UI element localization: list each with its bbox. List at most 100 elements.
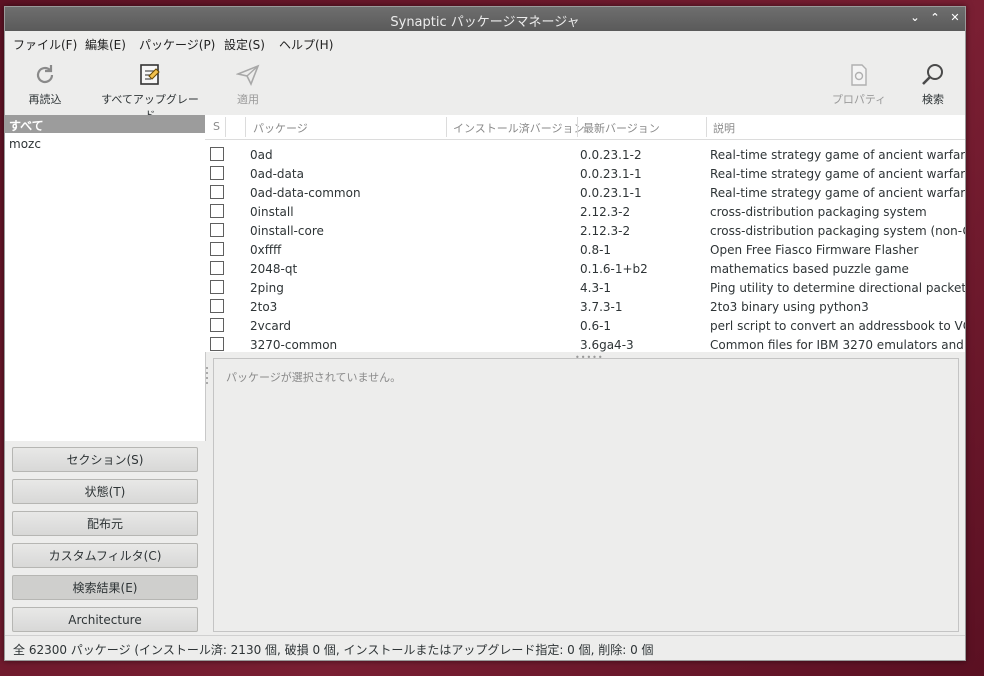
minimize-button[interactable]: ⌄ (907, 10, 923, 26)
col-installed-version[interactable]: インストール済バージョン (453, 120, 585, 136)
row-checkbox[interactable] (210, 185, 224, 199)
status-text: 全 62300 パッケージ (インストール済: 2130 個, 破損 0 個, … (13, 643, 654, 657)
filter-item-all-label: すべて (9, 119, 44, 133)
filter-item-mozc[interactable]: mozc (9, 137, 41, 151)
row-checkbox[interactable] (210, 223, 224, 237)
send-icon (235, 63, 260, 87)
row-checkbox[interactable] (210, 299, 224, 313)
row-checkbox[interactable] (210, 261, 224, 275)
package-description: Ping utility to determine directional pa… (710, 281, 965, 295)
apply-label: 適用 (237, 93, 259, 106)
title-bar[interactable]: Synaptic パッケージマネージャ ⌄ ⌃ ✕ (5, 7, 965, 31)
menu-package[interactable]: パッケージ(P) (139, 36, 215, 53)
menu-settings[interactable]: 設定(S) (224, 36, 265, 53)
col-latest-version[interactable]: 最新バージョン (583, 120, 660, 136)
table-header: S パッケージ インストール済バージョン 最新バージョン 説明 (205, 115, 965, 140)
menu-file[interactable]: ファイル(F) (13, 36, 77, 53)
latest-version: 4.3-1 (580, 281, 612, 295)
package-name: 0ad-data (250, 167, 304, 181)
toolbar: 再読込 すべてアップグレード 適用 (5, 53, 965, 122)
table-row[interactable]: 2ping 4.3-1 Ping utility to determine dire… (205, 278, 965, 297)
row-checkbox[interactable] (210, 147, 224, 161)
table-row[interactable]: 2vcard 0.6-1 perl script to convert an add… (205, 316, 965, 335)
col-package[interactable]: パッケージ (253, 120, 308, 136)
status-bar: 全 62300 パッケージ (インストール済: 2130 個, 破損 0 個, … (5, 635, 965, 660)
reload-label: 再読込 (28, 93, 62, 106)
package-name: 0install-core (250, 224, 324, 238)
latest-version: 0.0.23.1-2 (580, 148, 642, 162)
latest-version: 0.6-1 (580, 319, 612, 333)
package-name: 0xffff (250, 243, 282, 257)
synaptic-window: Synaptic パッケージマネージャ ⌄ ⌃ ✕ ファイル(F) 編集(E) … (4, 6, 966, 661)
upgrade-icon (138, 63, 162, 87)
properties-button[interactable]: プロパティ (827, 63, 891, 107)
latest-version: 3.6ga4-3 (580, 338, 634, 352)
latest-version: 0.8-1 (580, 243, 612, 257)
menu-bar: ファイル(F) 編集(E) パッケージ(P) 設定(S) ヘルプ(H) (5, 31, 965, 53)
sections-button[interactable]: セクション(S) (12, 447, 198, 472)
package-description: perl script to convert an addressbook to… (710, 319, 965, 333)
latest-version: 0.0.23.1-1 (580, 186, 642, 200)
no-package-message: パッケージが選択されていません。 (226, 371, 402, 384)
status-button[interactable]: 状態(T) (12, 479, 198, 504)
package-name: 2vcard (250, 319, 292, 333)
package-detail-pane: パッケージが選択されていません。 (213, 358, 959, 632)
menu-edit[interactable]: 編集(E) (85, 36, 126, 53)
package-description: Open Free Fiasco Firmware Flasher (710, 243, 919, 257)
custom-filter-button[interactable]: カスタムフィルタ(C) (12, 543, 198, 568)
latest-version: 0.1.6-1+b2 (580, 262, 648, 276)
package-table: S パッケージ インストール済バージョン 最新バージョン 説明 0ad 0.0.2… (205, 115, 965, 352)
table-row[interactable]: 0ad 0.0.23.1-2 Real-time strategy game of … (205, 145, 965, 164)
package-name: 0ad (250, 148, 273, 162)
row-checkbox[interactable] (210, 204, 224, 218)
reload-button[interactable]: 再読込 (25, 63, 65, 107)
search-button[interactable]: 検索 (915, 63, 951, 107)
search-label: 検索 (922, 93, 944, 106)
table-row[interactable]: 0xffff 0.8-1 Open Free Fiasco Firmware Fla… (205, 240, 965, 259)
menu-help[interactable]: ヘルプ(H) (279, 36, 333, 53)
col-description[interactable]: 説明 (713, 120, 735, 136)
latest-version: 0.0.23.1-1 (580, 167, 642, 181)
apply-button[interactable]: 適用 (231, 63, 265, 107)
package-description: Real-time strategy game of ancient warfa… (710, 186, 965, 200)
row-checkbox[interactable] (210, 318, 224, 332)
table-row[interactable]: 2to3 3.7.3-1 2to3 binary using python3 (205, 297, 965, 316)
latest-version: 2.12.3-2 (580, 224, 631, 238)
properties-icon (847, 63, 871, 87)
package-description: cross-distribution packaging system (710, 205, 927, 219)
architecture-button[interactable]: Architecture (12, 607, 198, 632)
maximize-button[interactable]: ⌃ (927, 10, 943, 26)
package-name: 2to3 (250, 300, 278, 314)
package-name: 3270-common (250, 338, 338, 352)
package-description: cross-distribution packaging system (non… (710, 224, 965, 238)
package-description: Real-time strategy game of ancient warfa… (710, 167, 965, 181)
upgrade-all-button[interactable]: すべてアップグレード (97, 63, 203, 123)
row-checkbox[interactable] (210, 337, 224, 351)
properties-label: プロパティ (831, 93, 887, 106)
package-name: 2048-qt (250, 262, 298, 276)
package-description: 2to3 binary using python3 (710, 300, 869, 314)
table-row[interactable]: 0ad-data 0.0.23.1-1 Real-time strategy gam… (205, 164, 965, 183)
table-row[interactable]: 2048-qt 0.1.6-1+b2 mathematics based puzzl… (205, 259, 965, 278)
table-row[interactable]: 3270-common 3.6ga4-3 Common files for IBM … (205, 335, 965, 352)
vertical-grip[interactable] (206, 367, 209, 391)
table-row[interactable]: 0ad-data-common 0.0.23.1-1 Real-time strat… (205, 183, 965, 202)
col-s[interactable]: S (213, 120, 220, 133)
table-row[interactable]: 0install 2.12.3-2 cross-distribution packa… (205, 202, 965, 221)
table-row[interactable]: 0install-core 2.12.3-2 cross-distribution … (205, 221, 965, 240)
package-name: 0install (250, 205, 294, 219)
package-name: 0ad-data-common (250, 186, 361, 200)
close-button[interactable]: ✕ (947, 10, 963, 26)
reload-icon (33, 63, 57, 87)
row-checkbox[interactable] (210, 280, 224, 294)
package-description: mathematics based puzzle game (710, 262, 909, 276)
package-description: Real-time strategy game of ancient warfa… (710, 148, 965, 162)
latest-version: 3.7.3-1 (580, 300, 623, 314)
package-description: Common files for IBM 3270 emulators and … (710, 338, 965, 352)
row-checkbox[interactable] (210, 166, 224, 180)
search-results-button[interactable]: 検索結果(E) (12, 575, 198, 600)
filter-item-all[interactable]: すべて (5, 115, 205, 133)
origin-button[interactable]: 配布元 (12, 511, 198, 536)
package-name: 2ping (250, 281, 284, 295)
row-checkbox[interactable] (210, 242, 224, 256)
